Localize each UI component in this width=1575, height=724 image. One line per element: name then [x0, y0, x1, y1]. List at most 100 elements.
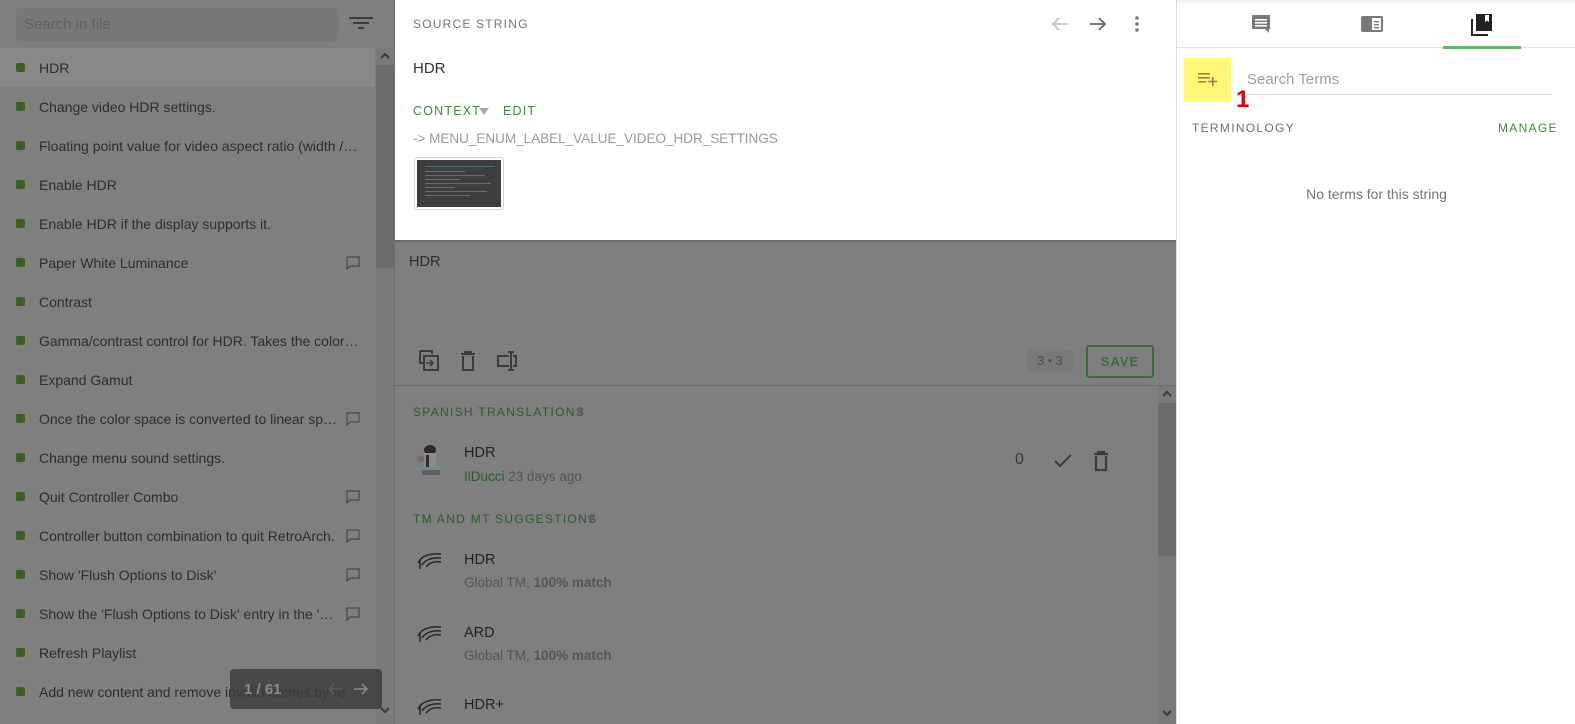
spanish-translations-title[interactable]: SPANISH TRANSLATIONS: [413, 405, 585, 419]
previous-string-icon[interactable]: [1049, 13, 1071, 35]
status-dot: [16, 180, 25, 189]
pager-next-icon[interactable]: [352, 680, 370, 698]
status-dot: [16, 687, 25, 696]
comment-icon: [346, 529, 360, 543]
list-item-text: Quit Controller Combo: [39, 488, 179, 505]
context-screenshot-thumbnail[interactable]: [414, 157, 504, 210]
empty-terms-message: No terms for this string: [1306, 186, 1447, 202]
filter-icon: [349, 17, 373, 29]
list-item[interactable]: Gamma/contrast control for HDR. Takes th…: [0, 321, 375, 360]
translation-memory-icon: [417, 699, 442, 715]
list-item-text: Expand Gamut: [39, 371, 133, 388]
scroll-down-icon[interactable]: [1161, 708, 1173, 718]
edit-tab[interactable]: EDIT: [503, 104, 536, 118]
playlist-add-icon: [1198, 73, 1218, 86]
string-list-scrollbar[interactable]: [376, 48, 394, 724]
status-dot: [16, 336, 25, 345]
pager-prev-icon[interactable]: [326, 680, 344, 698]
add-term-button[interactable]: [1184, 58, 1231, 102]
save-button[interactable]: SAVE: [1086, 345, 1154, 378]
translation-text: HDR: [464, 445, 496, 461]
list-item-text: Enable HDR: [39, 176, 117, 193]
status-dot: [16, 492, 25, 501]
list-item[interactable]: HDR: [0, 48, 375, 87]
translation-memory-icon: [417, 553, 442, 569]
string-list-panel: HDR Change video HDR settings. Floating …: [0, 0, 395, 724]
copy-source-icon[interactable]: [417, 349, 441, 373]
insert-placeholder-icon[interactable]: [495, 349, 519, 373]
more-options-icon[interactable]: [1126, 13, 1148, 35]
tab-resources[interactable]: [1333, 0, 1411, 48]
vote-count: 0: [1015, 451, 1024, 468]
status-dot: [16, 141, 25, 150]
string-list: HDR Change video HDR settings. Floating …: [0, 48, 375, 724]
glossary-icon: [1471, 14, 1492, 36]
list-item[interactable]: Refresh Playlist: [0, 633, 375, 672]
search-terms-input[interactable]: [1247, 64, 1552, 95]
list-item[interactable]: Enable HDR if the display supports it.: [0, 204, 375, 243]
translation-author[interactable]: IlDucci: [464, 469, 505, 484]
list-item[interactable]: Floating point value for video aspect ra…: [0, 126, 375, 165]
clear-translation-icon[interactable]: [456, 349, 480, 373]
list-item[interactable]: Quit Controller Combo: [0, 477, 375, 516]
search-in-file-wrapper: [16, 8, 338, 41]
list-item[interactable]: Paper White Luminance: [0, 243, 375, 282]
tab-terminology[interactable]: [1443, 0, 1521, 49]
list-item[interactable]: Show the 'Flush Options to Disk' entry i…: [0, 594, 375, 633]
list-item-text: Enable HDR if the display supports it.: [39, 215, 271, 232]
translations-panel: SPANISH TRANSLATIONS HDR IlDucci 23 days…: [395, 386, 1176, 724]
suggestion-match: 100% match: [533, 648, 612, 663]
next-string-icon[interactable]: [1087, 13, 1109, 35]
list-item-text: Show the 'Flush Options to Disk' entry i…: [39, 605, 339, 622]
list-item-text: Paper White Luminance: [39, 254, 189, 271]
status-dot: [16, 453, 25, 462]
status-dot: [16, 609, 25, 618]
list-item-text: Refresh Playlist: [39, 644, 137, 661]
string-info-icon: [1361, 16, 1383, 32]
list-item[interactable]: Show 'Flush Options to Disk': [0, 555, 375, 594]
source-string-panel: SOURCE STRING HDR CONTEXT EDIT -> MENU_E…: [395, 0, 1176, 240]
scroll-up-icon[interactable]: [379, 51, 391, 61]
translation-input[interactable]: [409, 254, 1149, 324]
suggestion-text: HDR+: [464, 697, 504, 713]
status-dot: [16, 258, 25, 267]
comment-icon: [346, 256, 360, 270]
list-item-text: Contrast: [39, 293, 92, 310]
app-root: HDR Change video HDR settings. Floating …: [0, 0, 1575, 724]
list-item[interactable]: Change menu sound settings.: [0, 438, 375, 477]
context-key: -> MENU_ENUM_LABEL_VALUE_VIDEO_HDR_SETTI…: [413, 131, 778, 146]
delete-translation-icon[interactable]: [1089, 449, 1113, 473]
scrollbar-thumb[interactable]: [376, 65, 394, 268]
list-item[interactable]: Expand Gamut: [0, 360, 375, 399]
search-in-file-input[interactable]: [16, 8, 338, 41]
filter-button[interactable]: [349, 14, 373, 34]
status-dot: [16, 531, 25, 540]
suggestion-match: 100% match: [533, 575, 612, 590]
status-dot: [16, 63, 25, 72]
suggestion-text: ARD: [464, 625, 495, 641]
context-tab[interactable]: CONTEXT: [413, 104, 481, 118]
caret-down-icon[interactable]: [587, 516, 595, 523]
context-caret-icon[interactable]: [479, 108, 489, 115]
translation-editor: 3 • 3 SAVE: [395, 240, 1176, 386]
caret-down-icon[interactable]: [576, 409, 584, 416]
scrollbar-thumb[interactable]: [1158, 403, 1176, 556]
scroll-up-icon[interactable]: [1161, 389, 1173, 399]
translations-scrollbar[interactable]: [1158, 386, 1176, 724]
list-item-text: Controller button combination to quit Re…: [39, 527, 335, 544]
translation-time: 23 days ago: [508, 469, 582, 484]
list-item[interactable]: Enable HDR: [0, 165, 375, 204]
list-item[interactable]: Once the color space is converted to lin…: [0, 399, 375, 438]
list-item[interactable]: Change video HDR settings.: [0, 87, 375, 126]
source-string-text: HDR: [413, 60, 446, 77]
list-item-text: Show 'Flush Options to Disk': [39, 566, 217, 583]
comment-icon: [346, 568, 360, 582]
tm-mt-suggestions-title[interactable]: TM AND MT SUGGESTIONS: [413, 512, 597, 526]
list-item[interactable]: Contrast: [0, 282, 375, 321]
tab-comments[interactable]: [1223, 0, 1301, 48]
manage-link[interactable]: MANAGE: [1498, 121, 1558, 135]
list-item[interactable]: Controller button combination to quit Re…: [0, 516, 375, 555]
status-dot: [16, 102, 25, 111]
status-dot: [16, 375, 25, 384]
approve-check-icon[interactable]: [1051, 449, 1075, 473]
